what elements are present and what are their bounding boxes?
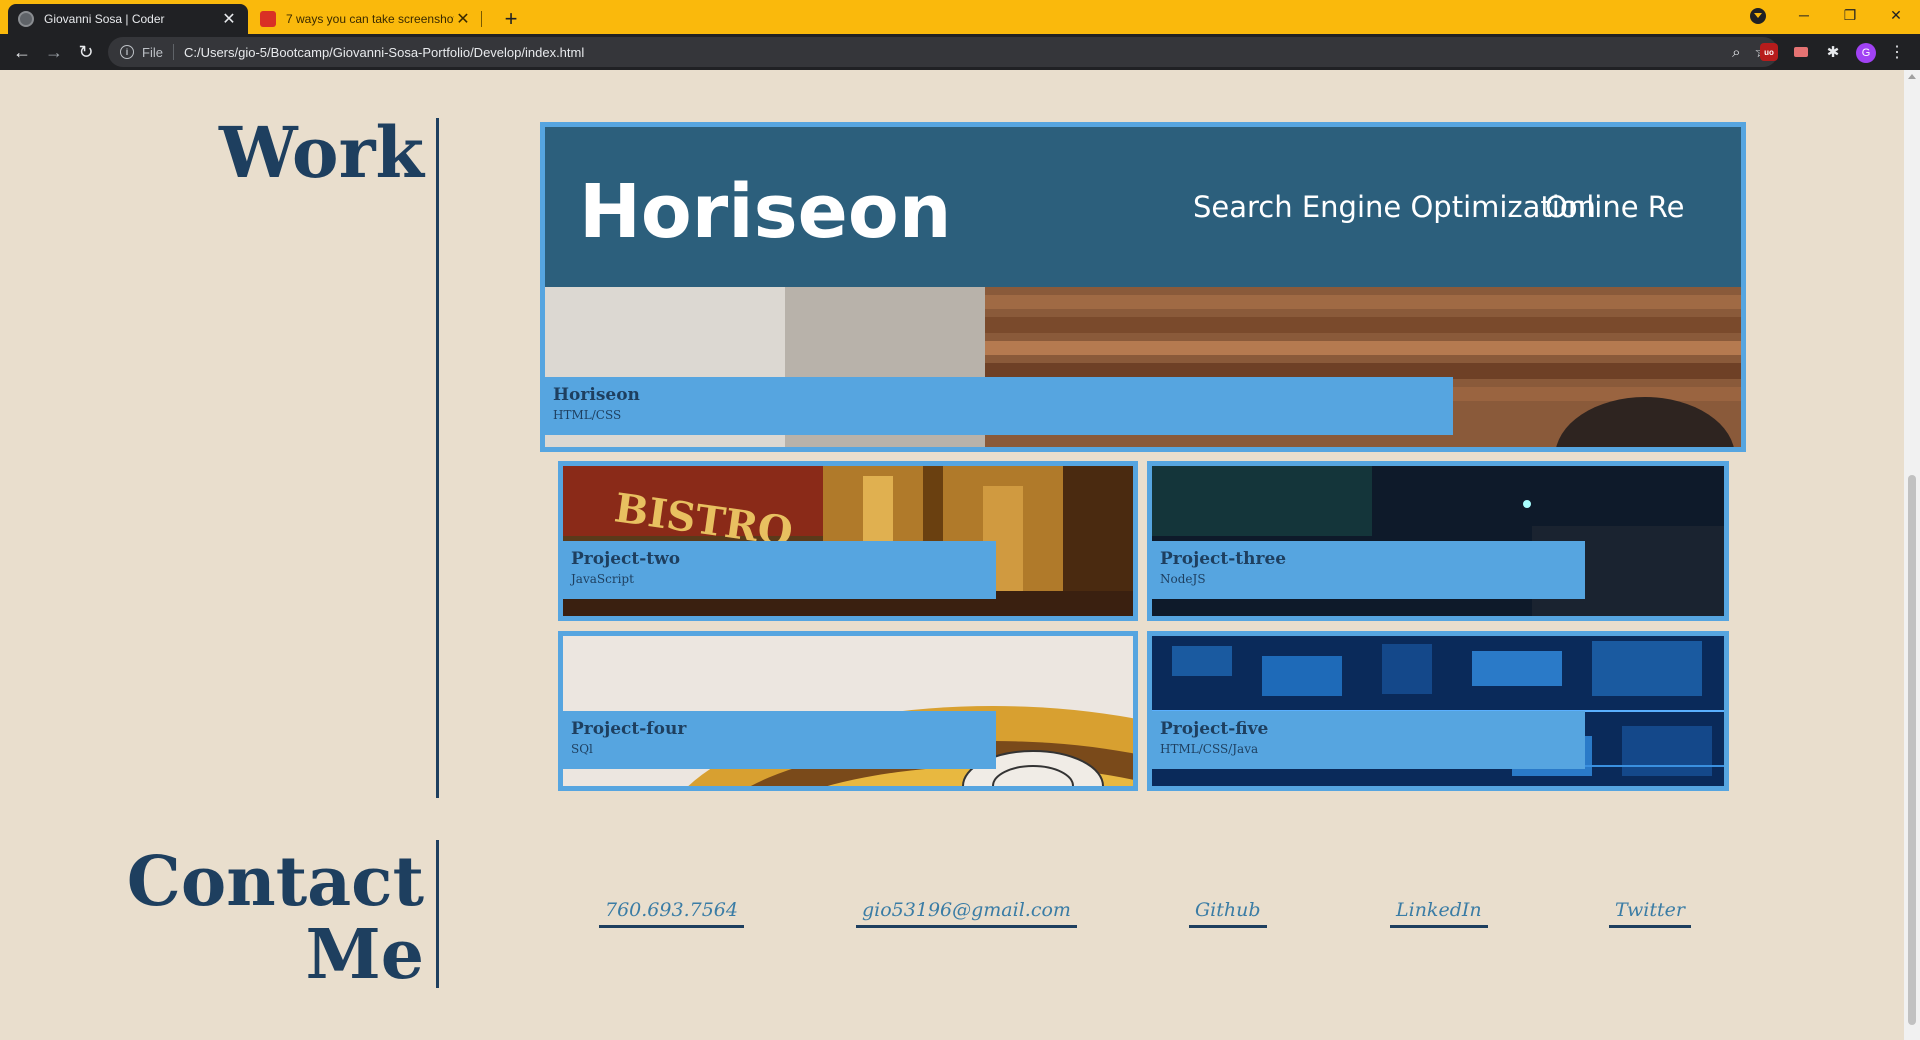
project-name: Horiseon: [553, 385, 640, 405]
zoom-icon[interactable]: ⌕: [1732, 44, 1740, 61]
recorder-extension-icon[interactable]: [1792, 43, 1810, 61]
linkedin-link[interactable]: LinkedIn: [1390, 899, 1488, 928]
tab-title: Giovanni Sosa | Coder: [44, 12, 165, 26]
project-tech: SQl: [571, 742, 593, 756]
project-card-five[interactable]: Project-five HTML/CSS/Java: [1147, 631, 1729, 791]
scrollbar-thumb[interactable]: [1908, 475, 1916, 1025]
profile-avatar[interactable]: G: [1856, 43, 1876, 63]
project-tech: HTML/CSS/Java: [1160, 742, 1259, 756]
globe-icon: [18, 11, 34, 27]
github-link[interactable]: Github: [1189, 899, 1267, 928]
contact-divider: [436, 840, 439, 988]
tab-portfolio[interactable]: Giovanni Sosa | Coder ✕: [8, 4, 248, 34]
project-tech: HTML/CSS: [553, 408, 622, 422]
project-tech: NodeJS: [1160, 572, 1206, 586]
contact-heading-line: Contact: [126, 842, 424, 922]
reload-button[interactable]: ↻: [72, 38, 100, 66]
extensions-puzzle-icon[interactable]: ✱: [1824, 43, 1842, 61]
project-name: Project-five: [1160, 719, 1269, 739]
info-icon[interactable]: i: [120, 45, 134, 59]
project-card-three[interactable]: Project-three NodeJS: [1147, 461, 1729, 621]
project-name: Project-three: [1160, 549, 1287, 569]
tab-screenshots[interactable]: 7 ways you can take screenshots ✕: [250, 4, 482, 34]
scroll-up-arrow-icon[interactable]: [1908, 74, 1916, 79]
minimize-button[interactable]: ─: [1781, 0, 1827, 30]
project-card-horiseon[interactable]: Horiseon Search Engine Optimization Onli…: [540, 122, 1746, 452]
ublock-extension-icon[interactable]: uo: [1760, 43, 1778, 61]
project-label: Project-two JavaScript: [563, 541, 996, 599]
project-card-two[interactable]: BISTRO Project-two JavaScript: [558, 461, 1138, 621]
twitter-link[interactable]: Twitter: [1609, 899, 1691, 928]
project-label: Project-three NodeJS: [1152, 541, 1585, 599]
project-card-four[interactable]: Project-four SQl: [558, 631, 1138, 791]
kebab-menu-icon[interactable]: ⋮: [1888, 42, 1906, 62]
close-icon[interactable]: ✕: [220, 9, 238, 29]
url-scheme: File: [142, 44, 163, 60]
tab-strip: Giovanni Sosa | Coder ✕ 7 ways you can t…: [0, 0, 1920, 34]
horiseon-nav-item: Search Engine Optimization: [1193, 190, 1596, 224]
phone-link[interactable]: 760.693.7564: [599, 899, 744, 928]
horiseon-brand: Horiseon: [579, 169, 951, 255]
browser-toolbar: ← → ↻ i File C:/Users/gio-5/Bootcamp/Gio…: [0, 34, 1920, 70]
horiseon-nav-item: Online Re: [1545, 190, 1684, 224]
restore-button[interactable]: ❐: [1827, 0, 1873, 30]
back-button[interactable]: ←: [8, 38, 36, 66]
project-name: Project-four: [571, 719, 687, 739]
project-label: Horiseon HTML/CSS: [545, 377, 1453, 435]
address-bar[interactable]: i File C:/Users/gio-5/Bootcamp/Giovanni-…: [108, 37, 1778, 67]
project-tech: JavaScript: [571, 572, 634, 586]
page-scrollbar[interactable]: [1904, 70, 1920, 1040]
contact-heading: Contact Me: [120, 842, 424, 996]
forward-button[interactable]: →: [40, 38, 68, 66]
new-tab-button[interactable]: +: [496, 4, 526, 34]
tab-title: 7 ways you can take screenshots: [286, 12, 454, 26]
url-text[interactable]: C:/Users/gio-5/Bootcamp/Giovanni-Sosa-Po…: [184, 45, 584, 60]
contact-heading-line: Me: [305, 915, 424, 996]
close-icon[interactable]: ✕: [454, 9, 472, 29]
page-content: Work Horiseon Search Engine Optimization…: [0, 70, 1904, 1040]
project-label: Project-five HTML/CSS/Java: [1152, 711, 1585, 769]
email-link[interactable]: gio53196@gmail.com: [856, 899, 1077, 928]
divider: [172, 44, 174, 60]
site-favicon-icon: [260, 11, 276, 27]
work-divider: [436, 118, 439, 798]
close-window-button[interactable]: ✕: [1873, 0, 1919, 30]
project-name: Project-two: [571, 549, 681, 569]
tab-search-icon[interactable]: [1750, 8, 1766, 24]
work-heading: Work: [219, 111, 424, 194]
project-label: Project-four SQl: [563, 711, 996, 769]
